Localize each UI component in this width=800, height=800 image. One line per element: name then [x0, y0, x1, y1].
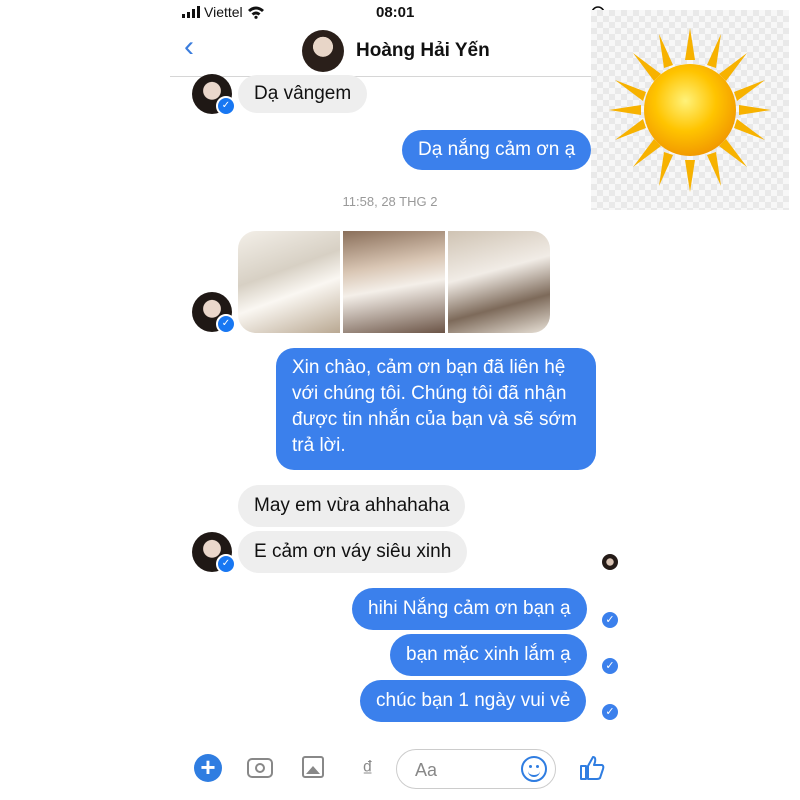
carrier-name: Viettel: [204, 4, 243, 20]
emoji-icon[interactable]: [521, 756, 547, 782]
messenger-screen: Viettel 08:01 ‹ Hoàng Hải Yến • ✓ Dạ vân…: [170, 0, 618, 800]
messenger-badge-icon: ✓: [216, 314, 236, 334]
composer-bar: + ₫: [170, 744, 610, 794]
gallery-icon[interactable]: [302, 756, 324, 778]
delivered-check-icon: ✓: [602, 612, 618, 628]
back-chevron-icon[interactable]: ‹: [184, 32, 194, 62]
message-input[interactable]: [413, 758, 517, 782]
thumbs-up-icon[interactable]: [578, 754, 606, 782]
message-input-box[interactable]: [396, 749, 556, 789]
message-outgoing[interactable]: Dạ nắng cảm ơn ạ: [402, 130, 592, 170]
sun-sticker: [591, 10, 789, 210]
photo-thumbnail[interactable]: [448, 231, 550, 333]
carrier-group: Viettel: [182, 4, 265, 20]
sun-icon: [609, 28, 771, 192]
contact-avatar[interactable]: [302, 30, 344, 72]
photo-thumbnail[interactable]: [343, 231, 445, 333]
delivered-check-icon: ✓: [602, 658, 618, 674]
photo-thumbnail[interactable]: [238, 231, 340, 333]
delivered-check-icon: ✓: [602, 704, 618, 720]
plus-icon[interactable]: +: [194, 754, 222, 782]
message-incoming[interactable]: E cảm ơn váy siêu xinh: [238, 531, 468, 573]
message-incoming[interactable]: Dạ vângem: [238, 75, 368, 113]
status-time: 08:01: [376, 4, 415, 21]
messenger-badge-icon: ✓: [216, 554, 236, 574]
contact-name[interactable]: Hoàng Hải Yến: [356, 40, 490, 62]
messenger-badge-icon: ✓: [216, 96, 236, 116]
signal-icon: [182, 6, 200, 18]
chat-header: ‹ Hoàng Hải Yến •: [170, 26, 610, 77]
message-outgoing[interactable]: bạn mặc xinh lắm ạ: [390, 634, 587, 676]
camera-icon[interactable]: [247, 758, 273, 778]
wifi-icon: [247, 6, 264, 19]
message-timestamp: 11:58, 28 THG 2: [342, 194, 438, 209]
message-outgoing[interactable]: hihi Nắng cảm ơn bạn ạ: [352, 588, 587, 630]
seen-avatar: [602, 554, 618, 570]
payment-icon[interactable]: ₫: [362, 756, 373, 782]
photo-attachments[interactable]: [238, 231, 550, 333]
status-bar: Viettel 08:01: [170, 0, 610, 26]
message-outgoing[interactable]: Xin chào, cảm ơn bạn đã liên hệ với chún…: [276, 348, 596, 470]
message-outgoing[interactable]: chúc bạn 1 ngày vui vẻ: [360, 680, 587, 722]
message-incoming[interactable]: May em vừa ahhahaha: [238, 485, 466, 527]
